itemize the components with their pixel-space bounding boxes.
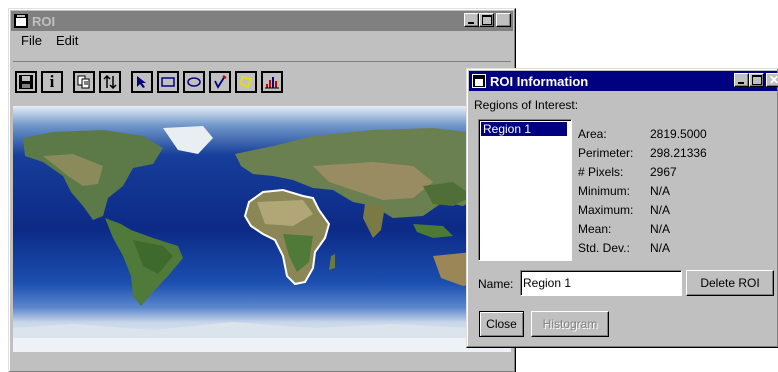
stat-label: Mean: <box>578 222 612 236</box>
stat-row: Maximum: N/A <box>578 201 707 220</box>
rectangle-tool-button[interactable] <box>157 71 179 93</box>
delete-roi-button[interactable]: Delete ROI <box>686 270 774 296</box>
pointer-tool-button[interactable] <box>131 71 153 93</box>
sort-button[interactable] <box>99 71 121 93</box>
info-minimize-button[interactable] <box>734 73 749 87</box>
stat-row: Area: 2819.5000 <box>578 125 707 144</box>
info-button[interactable]: i <box>41 71 63 93</box>
stat-row: Mean: N/A <box>578 220 707 239</box>
app-window-icon <box>472 74 486 88</box>
copy-icon <box>77 75 90 89</box>
save-icon <box>19 75 33 89</box>
minimize-icon <box>738 82 744 84</box>
roi-window: ROI ✕ File Edit i <box>8 8 516 372</box>
freehand-icon <box>214 75 227 89</box>
stat-value: 2819.5000 <box>650 127 707 141</box>
close-icon: ✕ <box>769 73 778 87</box>
stats-panel: Area: 2819.5000 Perimeter: 298.21336 # Pix… <box>578 125 707 258</box>
menu-bar: File Edit <box>13 33 78 48</box>
roi-titlebar[interactable]: ROI ✕ <box>11 11 513 31</box>
name-label: Name: <box>478 277 514 291</box>
stat-value: N/A <box>650 241 671 255</box>
stat-row: Std. Dev.: N/A <box>578 239 707 258</box>
ellipse-icon <box>187 77 201 87</box>
stat-row: Minimum: N/A <box>578 182 707 201</box>
stat-label: # Pixels: <box>578 165 624 179</box>
delete-roi-label: Delete ROI <box>700 276 760 290</box>
stat-label: Area: <box>578 127 607 141</box>
stat-value: N/A <box>650 222 671 236</box>
polygon-icon <box>240 75 253 89</box>
stat-value: N/A <box>650 203 671 217</box>
roi-window-title: ROI <box>32 13 56 29</box>
minimize-button[interactable] <box>464 13 479 27</box>
info-window-title: ROI Information <box>490 73 589 89</box>
region-list-item[interactable]: Region 1 <box>481 122 567 136</box>
stat-label: Minimum: <box>578 184 631 198</box>
histogram-tool-button[interactable] <box>261 71 283 93</box>
regions-label: Regions of Interest: <box>474 98 579 112</box>
stat-value: 2967 <box>650 165 677 179</box>
histogram-icon <box>265 77 279 89</box>
roi-info-window: ROI Information ✕ Regions of Interest: R… <box>466 68 778 348</box>
pointer-arrow-icon <box>137 76 146 88</box>
map-image[interactable] <box>13 106 511 352</box>
close-window-button[interactable]: ✕ <box>496 13 511 27</box>
close-icon: ✕ <box>499 13 510 27</box>
stat-label: Perimeter: <box>578 146 634 160</box>
menu-edit[interactable]: Edit <box>56 33 78 48</box>
stat-row: # Pixels: 2967 <box>578 163 707 182</box>
histogram-button-label: Histogram <box>542 317 598 331</box>
toolbar: i <box>15 67 287 97</box>
regions-list[interactable]: Region 1 <box>478 119 572 261</box>
maximize-button[interactable] <box>479 13 494 27</box>
stat-label: Std. Dev.: <box>578 241 630 255</box>
minimize-icon <box>468 22 474 24</box>
menu-file[interactable]: File <box>21 33 42 48</box>
freehand-tool-button[interactable] <box>209 71 231 93</box>
stat-value: 298.21336 <box>650 146 707 160</box>
region-list-item-label: Region 1 <box>483 122 532 136</box>
info-titlebar[interactable]: ROI Information ✕ <box>469 71 778 91</box>
histogram-button: Histogram <box>531 311 609 337</box>
ellipse-tool-button[interactable] <box>183 71 205 93</box>
world-map-graphic <box>13 106 511 352</box>
stat-value: N/A <box>650 184 671 198</box>
sort-icon <box>103 75 117 89</box>
polygon-tool-button[interactable] <box>235 71 257 93</box>
stat-label: Maximum: <box>578 203 634 217</box>
info-maximize-button[interactable] <box>749 73 764 87</box>
rectangle-icon <box>161 77 175 87</box>
copy-button[interactable] <box>73 71 95 93</box>
close-button-label: Close <box>486 317 517 331</box>
maximize-icon <box>752 75 762 85</box>
stat-row: Perimeter: 298.21336 <box>578 144 707 163</box>
app-window-icon <box>14 14 28 28</box>
maximize-icon <box>482 15 492 25</box>
region-name-input[interactable] <box>520 270 682 296</box>
info-close-window-button[interactable]: ✕ <box>766 73 778 87</box>
save-button[interactable] <box>15 71 37 93</box>
info-icon: i <box>49 72 55 91</box>
close-button[interactable]: Close <box>479 311 524 337</box>
